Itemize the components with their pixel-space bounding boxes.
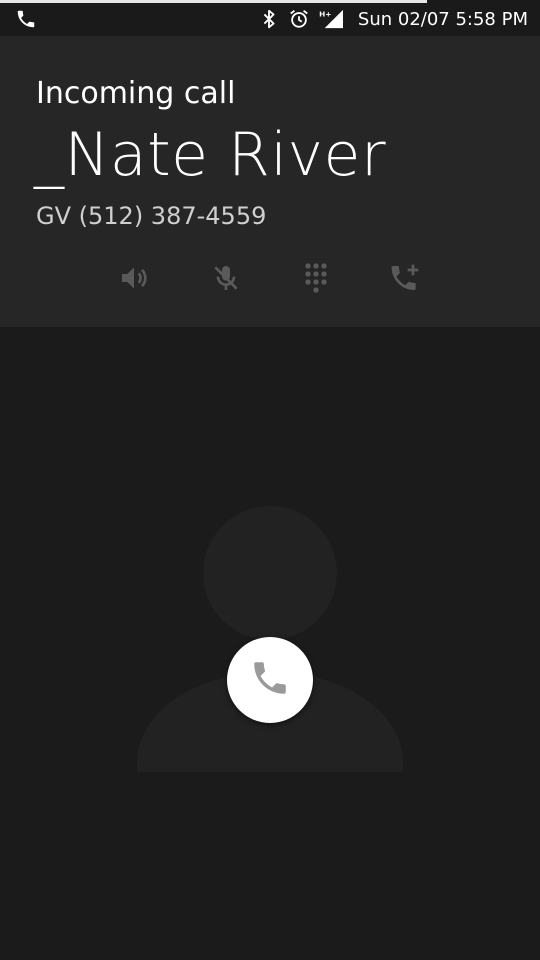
- status-right-group: H+ Sun 02/07 5:58 PM: [258, 5, 528, 33]
- speaker-button[interactable]: [114, 260, 154, 300]
- status-progress-line: [0, 0, 427, 3]
- add-call-icon: [389, 262, 421, 298]
- avatar-head-shape: [203, 506, 337, 640]
- phone-icon: [14, 8, 38, 30]
- status-clock: Sun 02/07 5:58 PM: [357, 8, 528, 30]
- mute-icon: [210, 262, 242, 298]
- alarm-icon: [288, 8, 310, 30]
- call-info-card: Incoming call _Nate River GV (512) 387-4…: [0, 36, 540, 327]
- call-state-label: Incoming call: [36, 76, 236, 111]
- caller-number: GV (512) 387-4559: [36, 202, 267, 230]
- caller-name: _Nate River: [34, 120, 387, 190]
- answer-call-button[interactable]: [227, 637, 313, 723]
- speaker-icon: [118, 262, 150, 298]
- signal-hplus-icon: H+: [318, 8, 346, 30]
- incoming-call-screen: H+ Sun 02/07 5:58 PM Incoming call _Nate…: [0, 0, 540, 960]
- dialpad-icon: [300, 262, 332, 298]
- dialpad-button[interactable]: [296, 260, 336, 300]
- add-call-button[interactable]: [385, 260, 425, 300]
- bluetooth-icon: [258, 8, 280, 30]
- call-action-row: [0, 260, 540, 300]
- status-bar: H+ Sun 02/07 5:58 PM: [0, 0, 540, 36]
- svg-text:H+: H+: [319, 9, 331, 18]
- mute-button[interactable]: [206, 260, 246, 300]
- phone-icon: [249, 657, 291, 703]
